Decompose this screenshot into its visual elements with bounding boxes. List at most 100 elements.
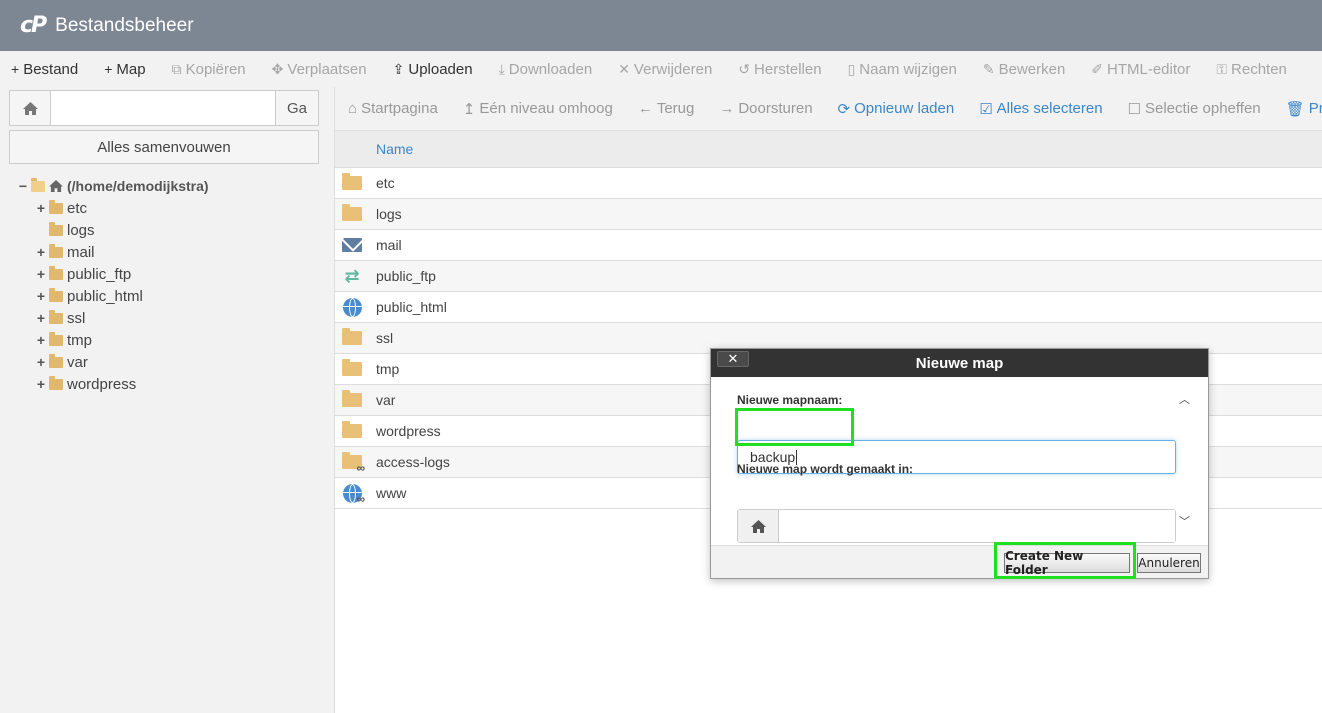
- tree-root[interactable]: − (/home/demodijkstra): [17, 175, 209, 197]
- expand-icon[interactable]: +: [35, 332, 47, 348]
- folder-icon: [341, 328, 363, 348]
- tree-item-etc[interactable]: + etc: [35, 197, 209, 219]
- pencil-icon: ✎: [982, 60, 995, 77]
- home-icon: ⌂: [348, 100, 358, 117]
- home-button[interactable]: ⌂ Startpagina: [348, 100, 438, 117]
- folder-icon: [49, 287, 63, 302]
- file-row-etc[interactable]: etc: [335, 168, 1322, 199]
- delete-button[interactable]: ✕ Verwijderen: [618, 61, 712, 78]
- page-title: Bestandsbeheer: [55, 14, 194, 36]
- globe-link-icon: ∞: [341, 483, 365, 506]
- edit-button[interactable]: ✎ Bewerken: [983, 61, 1065, 78]
- path-input[interactable]: [51, 91, 275, 125]
- folder-path-input[interactable]: [779, 510, 1175, 542]
- path-bar: Ga: [9, 90, 319, 126]
- tree-item-var[interactable]: + var: [35, 351, 209, 373]
- upload-icon: ⇪: [392, 60, 405, 77]
- folder-icon: [49, 243, 63, 258]
- dialog-body: Nieuwe mapnaam: backup Nieuwe map wordt …: [711, 377, 1208, 545]
- chevron-down-icon[interactable]: ﹀: [1179, 513, 1190, 529]
- file-row-logs[interactable]: logs: [335, 199, 1322, 230]
- folder-path-label: Nieuwe map wordt gemaakt in:: [737, 462, 914, 476]
- chevron-up-icon[interactable]: ︿: [1179, 391, 1190, 407]
- permissions-button[interactable]: ⚿ Rechten: [1216, 61, 1287, 78]
- navigation-toolbar: ⌂ Startpagina ↥ Eén niveau omhoog ← Terug →…: [335, 87, 1322, 131]
- move-icon: ✥: [271, 60, 284, 77]
- plus-icon: +: [104, 61, 113, 77]
- dialog-title: Nieuwe map: [915, 354, 1004, 372]
- main-toolbar: + Bestand + Map ⧉ Kopiëren ✥ Verplaatsen ⇪ Up…: [0, 51, 1322, 87]
- expand-icon[interactable]: +: [35, 266, 47, 282]
- home-icon: [49, 180, 63, 192]
- expand-icon[interactable]: +: [35, 244, 47, 260]
- create-new-folder-button[interactable]: Create New Folder: [1004, 549, 1130, 577]
- select-all-button[interactable]: ☑ Alles selecteren: [979, 100, 1102, 118]
- copy-button[interactable]: ⧉ Kopiëren: [172, 61, 246, 78]
- column-header-name[interactable]: Name: [335, 131, 1322, 168]
- new-file-button[interactable]: + Bestand: [11, 61, 78, 78]
- rename-button[interactable]: ▯ Naam wijzigen: [848, 61, 957, 78]
- folder-icon: [49, 221, 63, 236]
- tree-item-ssl[interactable]: + ssl: [35, 307, 209, 329]
- folder-icon: [341, 359, 363, 379]
- tree-item-public-html[interactable]: + public_html: [35, 285, 209, 307]
- arrow-left-icon: ←: [637, 100, 653, 117]
- ftp-icon: ⇄: [344, 265, 360, 286]
- collapse-all-button[interactable]: Alles samenvouwen: [9, 130, 319, 164]
- folder-tree: − (/home/demodijkstra) + etc logs + mail +…: [17, 175, 209, 395]
- download-icon: ⤓: [498, 60, 505, 77]
- html-editor-button[interactable]: ✐ HTML-editor: [1091, 61, 1190, 78]
- new-folder-dialog: ✕ Nieuwe map Nieuwe mapnaam: backup Nieu…: [710, 348, 1209, 579]
- tree-item-public-ftp[interactable]: + public_ftp: [35, 263, 209, 285]
- file-row-public-ftp[interactable]: ⇄ public_ftp: [335, 261, 1322, 292]
- expand-icon[interactable]: +: [35, 376, 47, 392]
- folder-icon: [341, 421, 363, 441]
- tree-item-wordpress[interactable]: + wordpress: [35, 373, 209, 395]
- tree-item-logs[interactable]: logs: [35, 219, 209, 241]
- dialog-scrollbar[interactable]: ︿ ﹀: [1177, 391, 1192, 529]
- folder-icon: [49, 199, 63, 214]
- move-button[interactable]: ✥ Verplaatsen: [272, 61, 367, 78]
- expand-icon[interactable]: +: [35, 200, 47, 216]
- globe-icon: [341, 297, 363, 317]
- open-folder-icon: [31, 177, 45, 192]
- tree-item-tmp[interactable]: + tmp: [35, 329, 209, 351]
- arrow-right-icon: →: [719, 100, 735, 117]
- reload-button[interactable]: ⟳ Opnieuw laden: [838, 100, 955, 118]
- home-icon[interactable]: [10, 91, 51, 125]
- tree-item-mail[interactable]: + mail: [35, 241, 209, 263]
- close-button[interactable]: ✕: [717, 351, 749, 367]
- folder-name-label: Nieuwe mapnaam:: [737, 393, 843, 407]
- mail-icon: [341, 235, 363, 255]
- expand-icon[interactable]: +: [35, 288, 47, 304]
- upload-button[interactable]: ⇪ Uploaden: [393, 61, 473, 78]
- trash-icon: 🗑: [1285, 100, 1305, 118]
- collapse-icon[interactable]: −: [17, 178, 29, 194]
- expand-icon[interactable]: +: [35, 354, 47, 370]
- folder-icon: [49, 265, 63, 280]
- forward-button[interactable]: → Doorsturen: [719, 100, 812, 117]
- download-button[interactable]: ⤓ Downloaden: [499, 61, 593, 78]
- cancel-button[interactable]: Annuleren: [1137, 553, 1201, 573]
- folder-icon: [49, 331, 63, 346]
- trash-button[interactable]: 🗑Prull: [1286, 100, 1322, 118]
- back-button[interactable]: ← Terug: [638, 100, 695, 117]
- restore-button[interactable]: ↺ Herstellen: [738, 61, 821, 78]
- copy-icon: ⧉: [171, 60, 182, 77]
- expand-icon[interactable]: +: [35, 310, 47, 326]
- undo-icon: ↺: [738, 60, 751, 77]
- new-folder-button[interactable]: + Map: [104, 61, 145, 78]
- up-one-level-button[interactable]: ↥ Eén niveau omhoog: [463, 100, 613, 118]
- go-button[interactable]: Ga: [275, 91, 318, 125]
- unselect-all-button[interactable]: ☐ Selectie opheffen: [1128, 100, 1261, 118]
- edit-icon: ✐: [1091, 60, 1104, 77]
- app-header: cP Bestandsbeheer: [0, 0, 1322, 51]
- file-row-public-html[interactable]: public_html: [335, 292, 1322, 323]
- dialog-footer: Create New Folder Annuleren: [711, 545, 1208, 578]
- file-icon: ▯: [847, 60, 856, 77]
- file-row-mail[interactable]: mail: [335, 230, 1322, 261]
- level-up-icon: ↥: [462, 100, 476, 118]
- cpanel-logo: cP: [20, 13, 47, 38]
- home-icon: [738, 510, 779, 542]
- folder-link-icon: ∞: [341, 452, 365, 475]
